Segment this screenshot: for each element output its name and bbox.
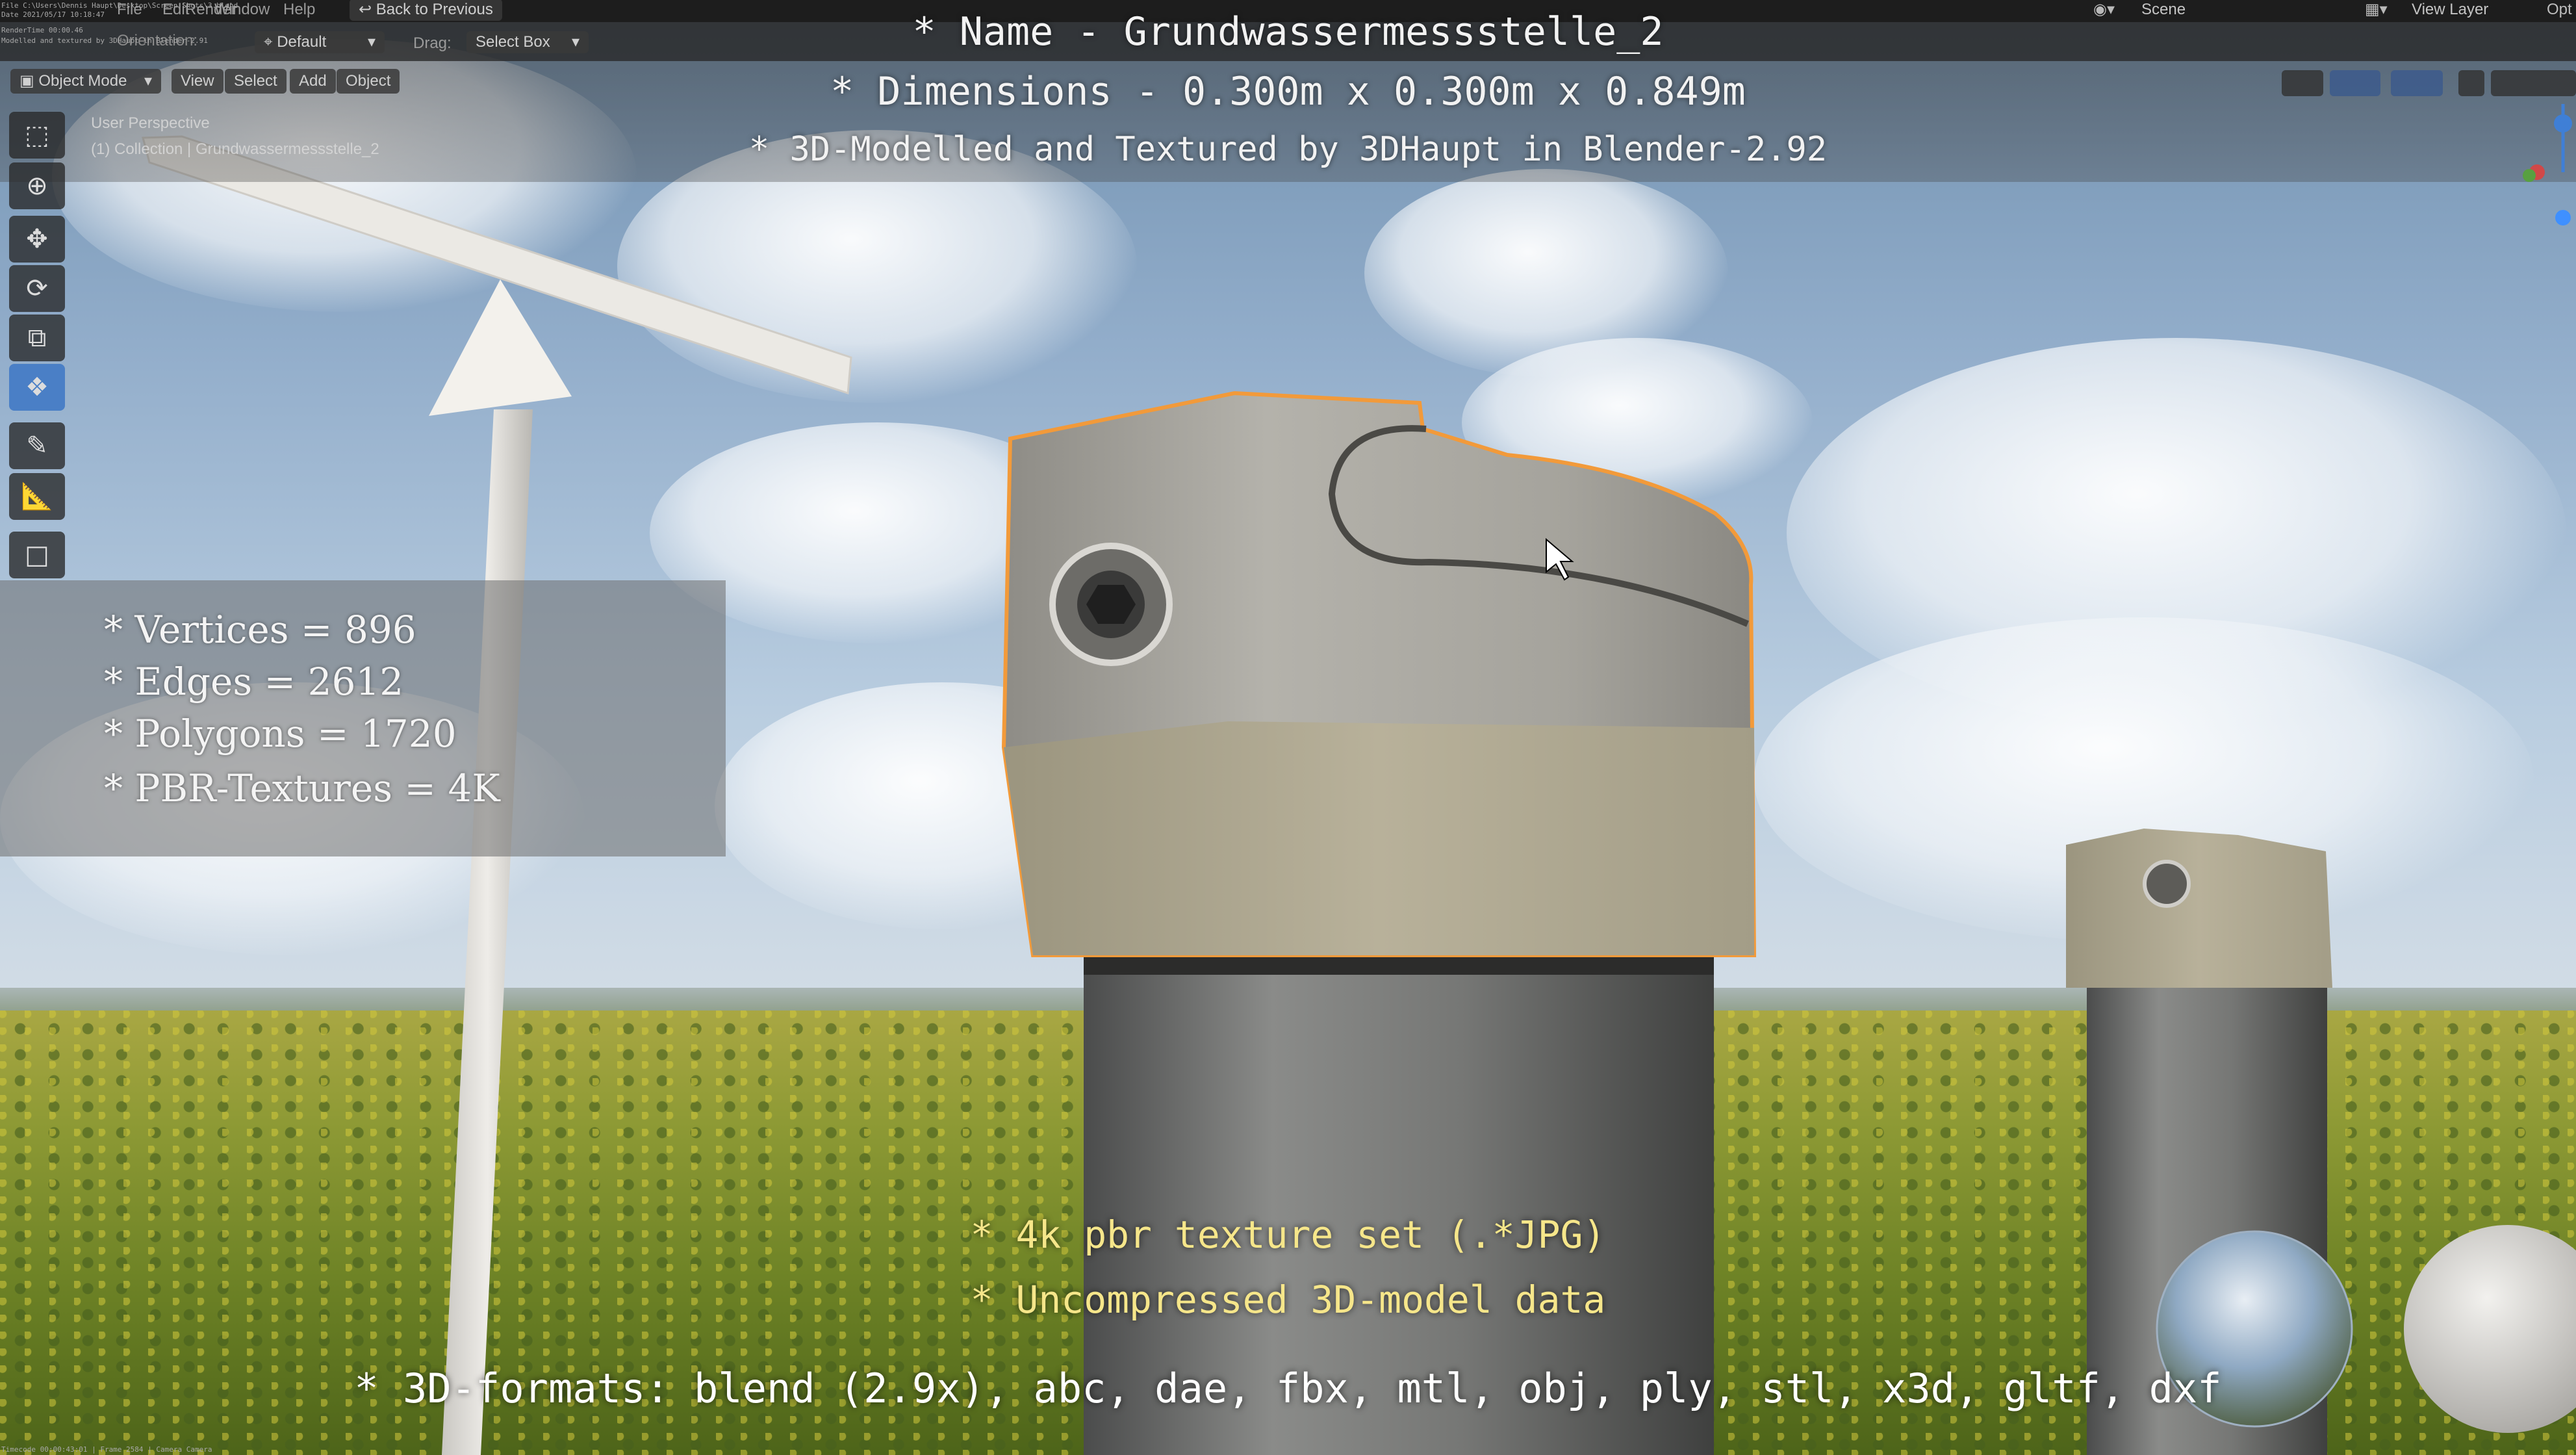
move-tool-icon[interactable]: ✥ [9,216,65,263]
object-name-line: * Name - Grundwassermessstelle_2 [912,9,1664,55]
stat-vertices: * Vertices = 896 [104,608,416,652]
formats-line: * 3D-formats: blend (2.9x), abc, dae, fb… [354,1365,2222,1412]
annotate-tool-icon[interactable]: ✎ [9,422,65,469]
stats-panel: * Vertices = 896 * Edges = 2612 * Polygo… [0,580,726,856]
second-cap-bolt [2143,860,2191,908]
stat-edges: * Edges = 2612 [104,660,404,704]
texture-set-line: * 4k pbr texture set (.*JPG) [970,1213,1606,1257]
scale-tool-icon[interactable]: ⧉ [9,315,65,361]
tool-shelf: ⬚ ⊕ ✥ ⟳ ⧉ ❖ ✎ 📐 □ [9,112,65,583]
rotate-tool-icon[interactable]: ⟳ [9,265,65,312]
transform-tool-icon[interactable]: ❖ [9,364,65,411]
second-cap [2066,829,2332,988]
add-cube-tool-icon[interactable]: □ [9,532,65,578]
status-stamp: Timecode 00:00:43:01 | Frame 2584 | Came… [1,1445,212,1454]
stat-polygons: * Polygons = 1720 [104,712,457,756]
main-cap-lower [1004,721,1754,955]
gizmo-y-axis-icon[interactable] [2523,169,2536,182]
model-data-line: * Uncompressed 3D-model data [970,1278,1606,1322]
gizmo-neg-z-icon[interactable] [2555,210,2571,225]
navigation-gizmo[interactable] [2518,104,2576,273]
sign-cone [429,279,572,416]
stat-textures: * PBR-Textures = 4K [104,766,500,810]
measure-tool-icon[interactable]: 📐 [9,473,65,520]
cursor-tool-icon[interactable]: ⊕ [9,162,65,209]
dimensions-line: * Dimensions - 0.300m x 0.300m x 0.849m [830,69,1746,114]
credit-line: * 3D-Modelled and Textured by 3DHaupt in… [748,130,1828,169]
